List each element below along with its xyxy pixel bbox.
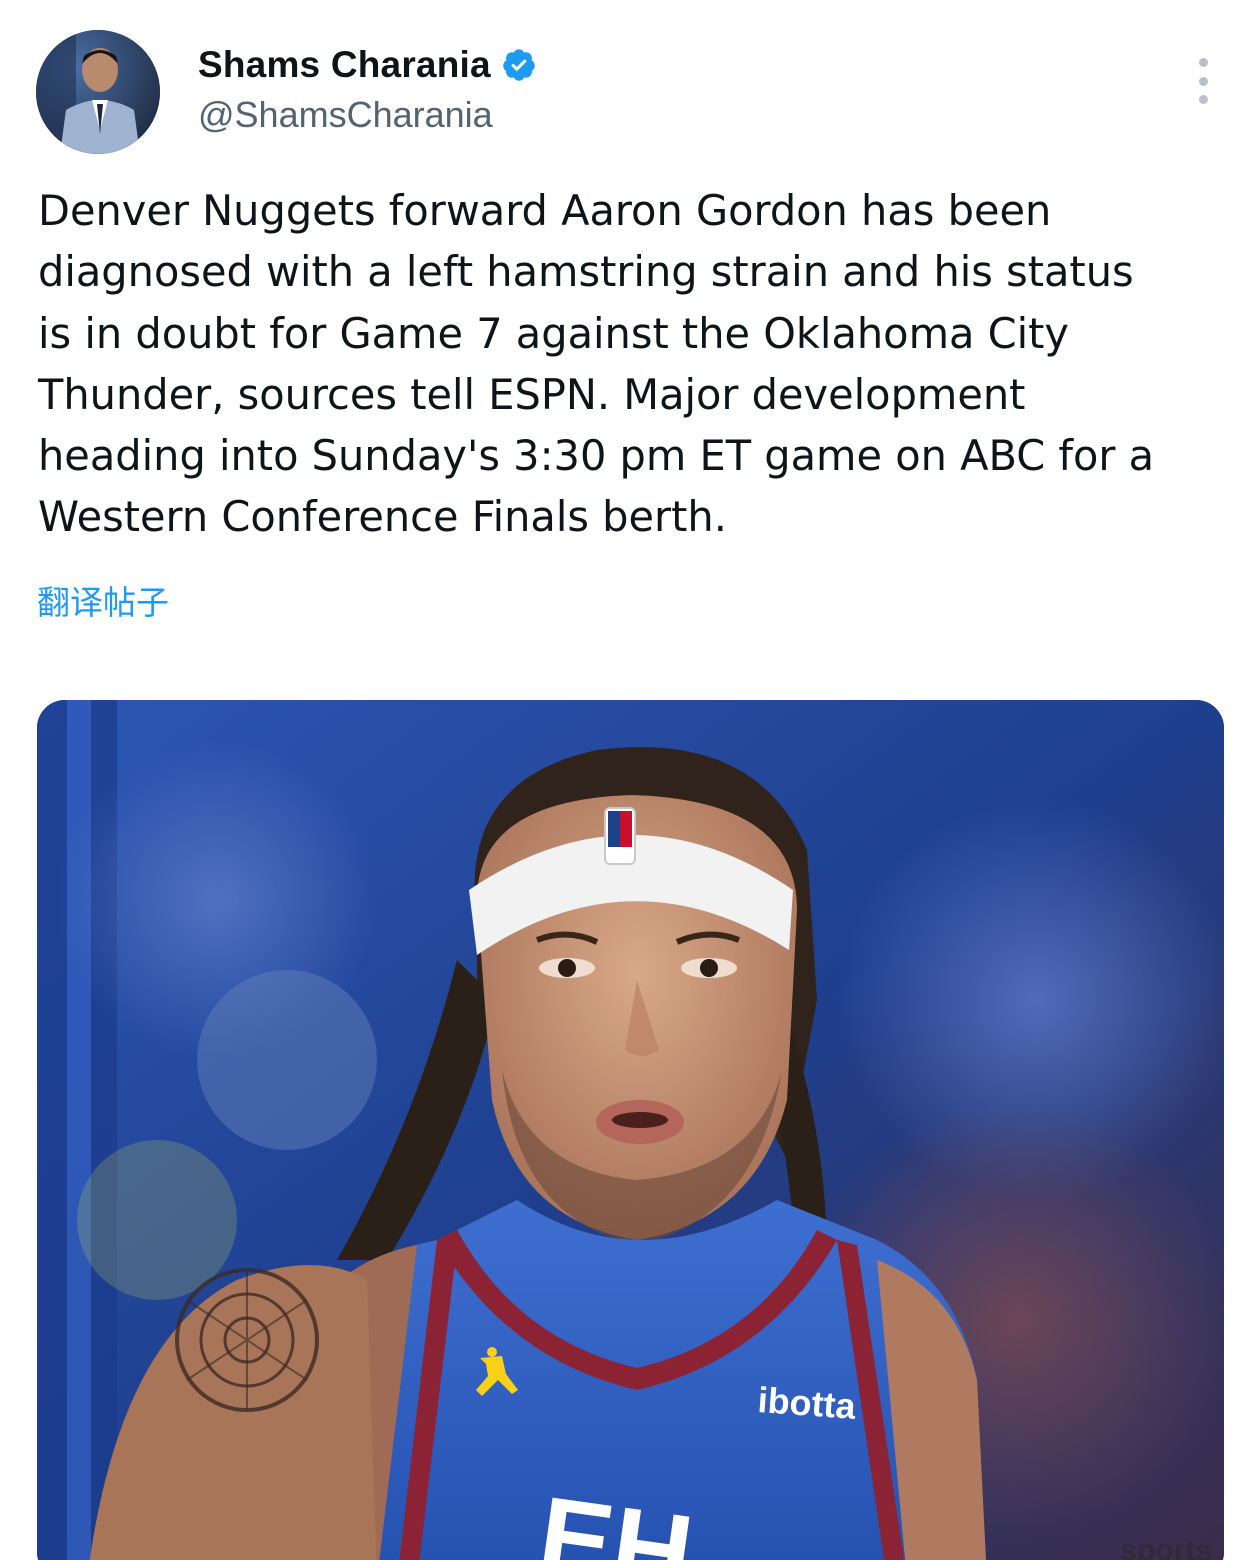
author-handle[interactable]: @ShamsCharania bbox=[198, 94, 537, 136]
more-dot bbox=[1198, 95, 1208, 104]
player-photo: ibotta EH bbox=[37, 700, 1224, 1560]
author-display-name[interactable]: Shams Charania bbox=[198, 44, 491, 86]
translate-post-link[interactable]: 翻译帖子 bbox=[37, 576, 169, 624]
avatar-image bbox=[36, 30, 160, 154]
author-avatar[interactable] bbox=[36, 30, 160, 154]
author-names: Shams Charania @ShamsCharania bbox=[198, 44, 537, 136]
more-options-icon[interactable] bbox=[1196, 58, 1210, 104]
tweet-media-image[interactable]: ibotta EH sports bbox=[37, 700, 1224, 1560]
watermark: sports bbox=[1120, 1534, 1212, 1560]
jersey-sponsor: ibotta bbox=[756, 1379, 858, 1427]
tweet-text: Denver Nuggets forward Aaron Gordon has … bbox=[38, 186, 1155, 542]
display-name-row: Shams Charania bbox=[198, 44, 537, 86]
verified-badge-icon bbox=[501, 47, 537, 83]
more-dot bbox=[1198, 76, 1208, 86]
more-dot bbox=[1198, 58, 1208, 67]
tweet-header: Shams Charania @ShamsCharania bbox=[36, 30, 1226, 160]
